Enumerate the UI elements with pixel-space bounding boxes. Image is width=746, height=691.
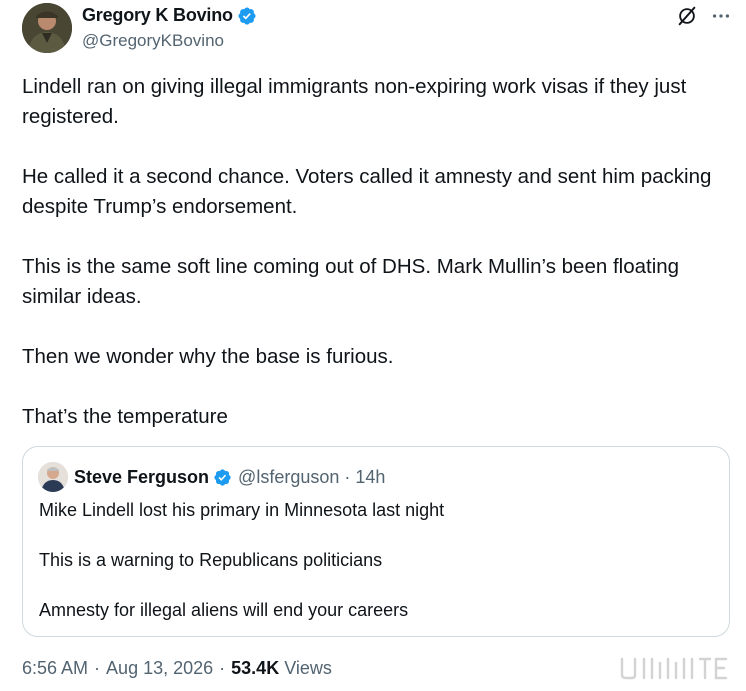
tweet: Gregory K Bovino @GregoryKBovino Lindell… — [0, 0, 746, 691]
post-time[interactable]: 6:56 AM — [22, 658, 88, 679]
tweet-header: Gregory K Bovino @GregoryKBovino — [22, 3, 732, 55]
verified-badge-icon — [237, 6, 257, 26]
quoted-author-avatar[interactable] — [38, 462, 68, 492]
tweet-paragraph: He called it a second chance. Voters cal… — [22, 165, 718, 218]
tweet-paragraph: That’s the temperature — [22, 405, 228, 428]
quoted-tweet-header: Steve Ferguson @lsferguson · 14h — [38, 462, 385, 492]
tweet-paragraph: Then we wonder why the base is furious. — [22, 345, 394, 368]
quoted-tweet[interactable]: Steve Ferguson @lsferguson · 14h Mike Li… — [22, 446, 730, 637]
quoted-author-handle[interactable]: @lsferguson — [238, 467, 339, 488]
tweet-paragraph: Lindell ran on giving illegal immigrants… — [22, 75, 692, 128]
header-actions — [676, 5, 732, 27]
quoted-separator: · — [344, 466, 351, 487]
author-name-row: Gregory K Bovino — [82, 5, 257, 26]
author-avatar[interactable] — [22, 3, 72, 53]
metadata-separator: · — [94, 658, 101, 678]
tweet-metadata: 6:56 AM · Aug 13, 2026 · 53.4K Views — [22, 658, 332, 679]
quoted-paragraph: Amnesty for illegal aliens will end your… — [39, 600, 409, 620]
tweet-text: Lindell ran on giving illegal immigrants… — [22, 72, 722, 432]
tweet-paragraph: This is the same soft line coming out of… — [22, 255, 685, 308]
metadata-separator: · — [219, 658, 226, 678]
watermark-logo — [616, 655, 730, 681]
verified-badge-icon — [213, 468, 232, 487]
views-count[interactable]: 53.4K — [231, 658, 279, 679]
views-label: Views — [284, 658, 332, 678]
quoted-paragraph: Mike Lindell lost his primary in Minneso… — [39, 500, 445, 520]
author-handle[interactable]: @GregoryKBovino — [82, 31, 224, 51]
quoted-paragraph: This is a warning to Republicans politic… — [39, 550, 383, 570]
post-date[interactable]: Aug 13, 2026 — [106, 658, 213, 679]
grok-icon[interactable] — [676, 5, 698, 27]
quoted-timestamp[interactable]: 14h — [355, 467, 385, 488]
author-display-name[interactable]: Gregory K Bovino — [82, 5, 233, 26]
more-options-icon[interactable] — [710, 5, 732, 27]
quoted-tweet-text: Mike Lindell lost his primary in Minneso… — [39, 498, 719, 623]
quoted-author-name[interactable]: Steve Ferguson — [74, 467, 209, 488]
